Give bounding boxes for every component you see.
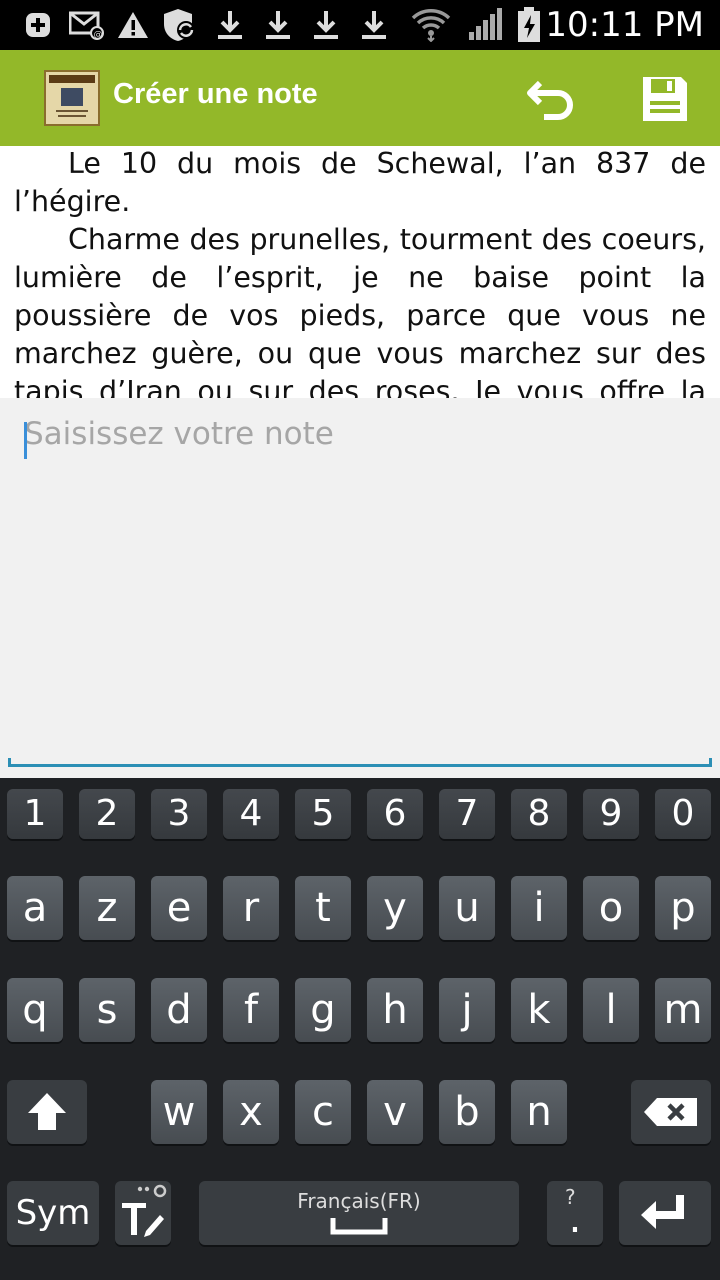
key-3[interactable]: 3 <box>151 789 207 839</box>
reader-excerpt: Le 10 du mois de Schewal, l’an 837 de l’… <box>0 146 720 398</box>
floppy-disk-icon <box>643 77 687 121</box>
key-0[interactable]: 0 <box>655 789 711 839</box>
key-p[interactable]: p <box>655 876 711 940</box>
backspace-key[interactable] <box>631 1080 711 1144</box>
key-b[interactable]: b <box>439 1080 495 1144</box>
undo-icon <box>527 80 573 120</box>
handwriting-key[interactable] <box>115 1181 171 1245</box>
status-time: 10:11 PM <box>545 5 704 45</box>
key-e[interactable]: e <box>151 876 207 940</box>
period-key[interactable]: ? . <box>547 1181 603 1245</box>
key-d[interactable]: d <box>151 978 207 1042</box>
key-5[interactable]: 5 <box>295 789 351 839</box>
key-h[interactable]: h <box>367 978 423 1042</box>
download-icon <box>358 8 390 42</box>
enter-key[interactable] <box>619 1181 711 1245</box>
text-handwriting-icon <box>122 1184 167 1237</box>
key-n[interactable]: n <box>511 1080 567 1144</box>
key-k[interactable]: k <box>511 978 567 1042</box>
key-8[interactable]: 8 <box>511 789 567 839</box>
key-a[interactable]: a <box>7 876 63 940</box>
sym-key[interactable]: Sym <box>7 1181 99 1245</box>
key-4[interactable]: 4 <box>223 789 279 839</box>
key-j[interactable]: j <box>439 978 495 1042</box>
key-c[interactable]: c <box>295 1080 351 1144</box>
key-x[interactable]: x <box>223 1080 279 1144</box>
key-g[interactable]: g <box>295 978 351 1042</box>
key-m[interactable]: m <box>655 978 711 1042</box>
key-z[interactable]: z <box>79 876 135 940</box>
text-caret <box>24 422 27 459</box>
space-key[interactable]: Français(FR) <box>199 1181 519 1245</box>
key-6[interactable]: 6 <box>367 789 423 839</box>
period-key-hint: ? <box>565 1185 576 1209</box>
download-icon <box>214 8 246 42</box>
key-1[interactable]: 1 <box>7 789 63 839</box>
voltaire-book-cover-icon[interactable] <box>44 70 100 126</box>
key-2[interactable]: 2 <box>79 789 135 839</box>
undo-button[interactable] <box>524 72 578 126</box>
reader-paragraph: Le 10 du mois de Schewal, l’an 837 de l’… <box>14 147 706 218</box>
key-7[interactable]: 7 <box>439 789 495 839</box>
shield-sync-icon <box>160 8 200 42</box>
shift-key[interactable] <box>7 1080 87 1144</box>
warning-icon <box>116 8 150 42</box>
email-alert-icon: @ <box>68 8 106 42</box>
shift-arrow-icon <box>28 1093 66 1130</box>
wifi-icon <box>410 8 452 42</box>
key-q[interactable]: q <box>7 978 63 1042</box>
enter-icon <box>641 1195 684 1229</box>
key-9[interactable]: 9 <box>583 789 639 839</box>
status-bar: @ 10:11 PM <box>0 0 720 50</box>
key-o[interactable]: o <box>583 876 639 940</box>
action-bar: Créer une note <box>0 50 720 146</box>
input-underline <box>8 758 712 767</box>
key-s[interactable]: s <box>79 978 135 1042</box>
soft-keyboard: 1 2 3 4 5 6 7 8 9 0 a z e r t y u i o p … <box>0 778 720 1280</box>
key-r[interactable]: r <box>223 876 279 940</box>
note-editor[interactable] <box>0 398 720 778</box>
key-y[interactable]: y <box>367 876 423 940</box>
reader-paragraph: Charme des prunelles, tourment des coeur… <box>14 223 706 398</box>
signal-icon <box>466 8 504 42</box>
key-v[interactable]: v <box>367 1080 423 1144</box>
battery-charging-icon <box>514 7 544 42</box>
space-bar-icon <box>330 1218 388 1235</box>
key-l[interactable]: l <box>583 978 639 1042</box>
backspace-icon <box>644 1098 697 1126</box>
key-u[interactable]: u <box>439 876 495 940</box>
key-t[interactable]: t <box>295 876 351 940</box>
save-button[interactable] <box>638 72 692 126</box>
plus-box-icon <box>22 8 54 42</box>
key-f[interactable]: f <box>223 978 279 1042</box>
page-title: Créer une note <box>113 78 318 110</box>
key-i[interactable]: i <box>511 876 567 940</box>
download-icon <box>262 8 294 42</box>
svg-text:@: @ <box>94 30 103 40</box>
download-icon <box>310 8 342 42</box>
note-input[interactable] <box>24 416 704 756</box>
key-w[interactable]: w <box>151 1080 207 1144</box>
